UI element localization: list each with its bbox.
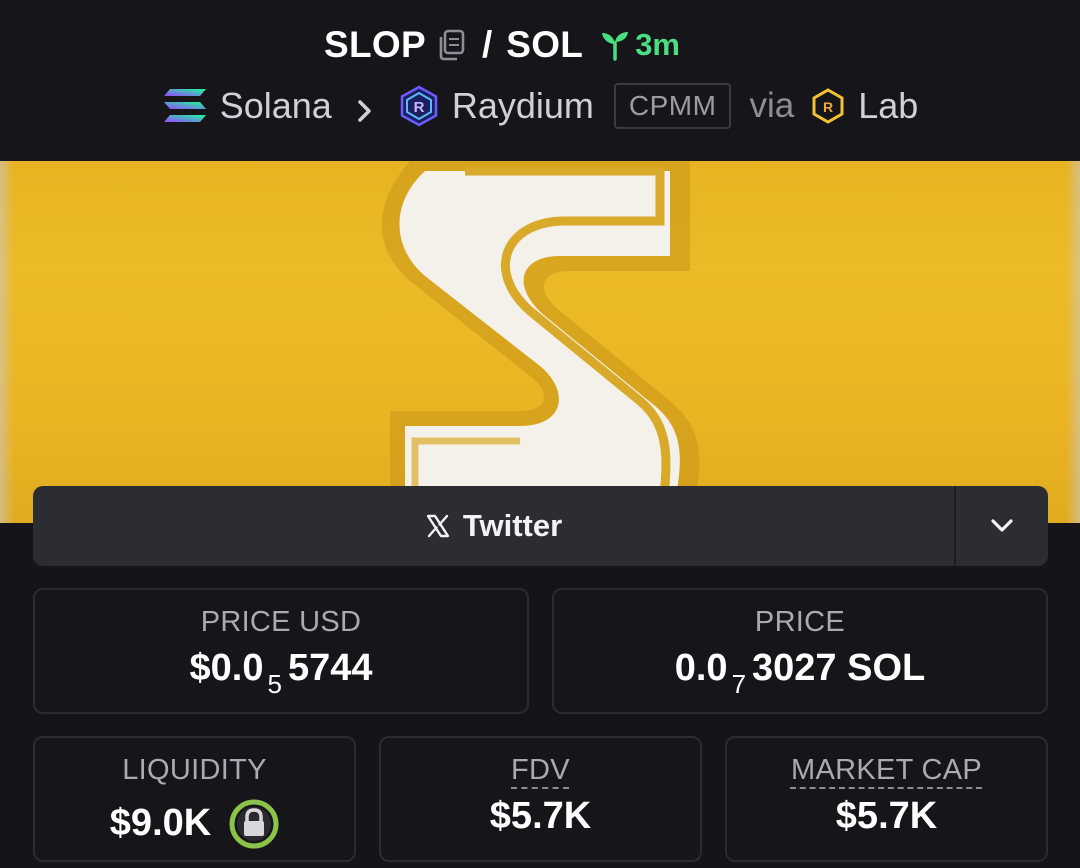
- twitter-label: Twitter: [462, 508, 563, 543]
- price-usd-digits: 5744: [287, 647, 373, 689]
- price-native-prefix: 0.0: [674, 647, 728, 689]
- market-cap-card: MARKET CAP $5.7K: [725, 736, 1048, 862]
- price-native-digits: 3027 SOL: [752, 647, 926, 689]
- price-usd-card: PRICE USD $0.0 5 5744: [33, 588, 529, 714]
- more-links-dropdown[interactable]: [956, 486, 1048, 566]
- chevron-down-icon: [989, 518, 1015, 534]
- price-usd-prefix: $0.0: [189, 647, 264, 689]
- pair-separator: /: [481, 24, 493, 65]
- token-page: SLOP / SOL 3m Solana R Raydium CPMM via …: [0, 0, 1080, 868]
- dex-link[interactable]: Raydium: [452, 85, 594, 127]
- price-native-value: 0.0 7 3027 SOL: [674, 647, 926, 699]
- price-usd-zero-count: 5: [267, 669, 282, 699]
- base-symbol: SLOP: [323, 24, 426, 65]
- route-breadcrumb: Solana R Raydium CPMM via R Lab: [0, 80, 1080, 132]
- chain-link[interactable]: Solana: [220, 85, 332, 127]
- market-cap-label[interactable]: MARKET CAP: [791, 754, 982, 787]
- solana-logo-icon: [162, 87, 208, 125]
- banner-edge: [1066, 161, 1080, 523]
- svg-text:R: R: [823, 99, 833, 115]
- age-text: 3m: [635, 27, 680, 62]
- market-cap-value: $5.7K: [835, 795, 938, 837]
- fdv-value: $5.7K: [489, 795, 592, 837]
- launchpad-link[interactable]: Lab: [858, 85, 918, 127]
- sprout-icon: [599, 29, 631, 61]
- x-icon: [425, 513, 451, 539]
- pair-age: 3m: [599, 27, 680, 63]
- pair-header: SLOP / SOL 3m Solana R Raydium CPMM via …: [0, 0, 1080, 161]
- price-usd-value: $0.0 5 5744: [189, 647, 373, 699]
- lock-icon[interactable]: [229, 799, 279, 849]
- quote-symbol: SOL: [506, 24, 584, 65]
- via-text: via: [749, 86, 795, 125]
- price-usd-label: PRICE USD: [200, 606, 362, 638]
- liquidity-card: LIQUIDITY $9.0K: [33, 736, 356, 862]
- social-links-bar: Twitter: [33, 486, 1048, 566]
- fdv-label[interactable]: FDV: [511, 754, 570, 787]
- copy-icon[interactable]: [436, 29, 466, 61]
- chevron-right-icon: [354, 92, 376, 122]
- lab-logo-icon: R: [810, 88, 846, 124]
- token-banner: [0, 161, 1080, 523]
- price-native-label: PRICE: [754, 606, 846, 638]
- banner-edge: [0, 161, 14, 523]
- price-native-zero-count: 7: [731, 669, 747, 699]
- liquidity-label: LIQUIDITY: [122, 754, 267, 786]
- raydium-logo-icon: R: [398, 85, 440, 127]
- twitter-button[interactable]: Twitter: [33, 486, 956, 566]
- svg-text:R: R: [413, 99, 424, 116]
- pool-type-badge: CPMM: [613, 83, 732, 129]
- liquidity-value: $9.0K: [109, 802, 212, 844]
- price-native-card: PRICE 0.0 7 3027 SOL: [552, 588, 1048, 714]
- liquidity-value-row: $9.0K: [109, 795, 279, 849]
- token-logo-image: [381, 161, 700, 523]
- pair-title-row: SLOP / SOL 3m: [0, 20, 1042, 70]
- fdv-card: FDV $5.7K: [379, 736, 702, 862]
